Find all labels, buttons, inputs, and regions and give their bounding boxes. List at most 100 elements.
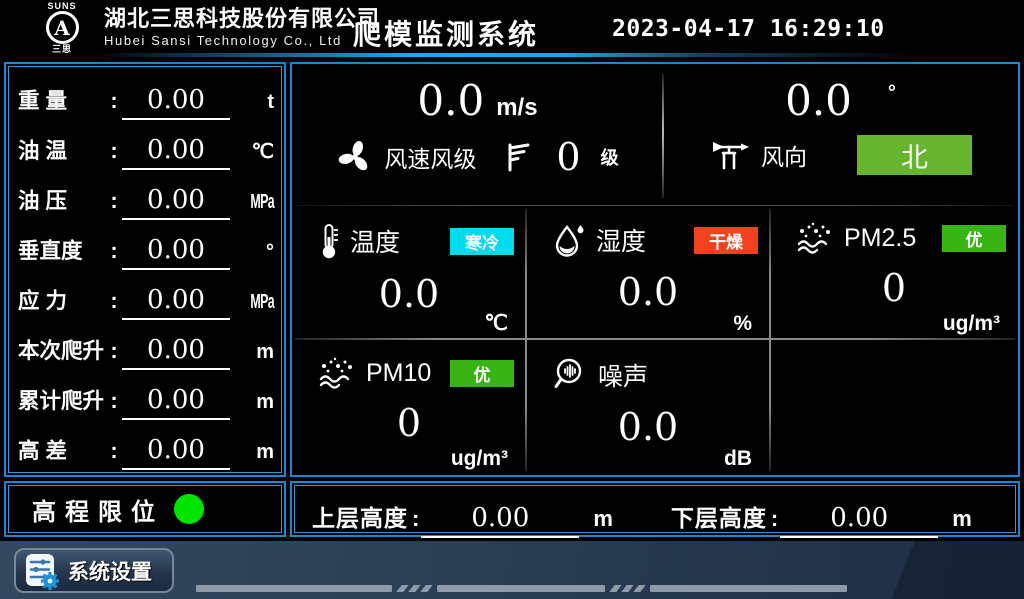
metric-row-stress: 应 力: 0.00 MPa: [18, 270, 274, 320]
metric-label: 油 温: [18, 134, 106, 165]
grid-divider-horizontal-mid: [295, 338, 1015, 340]
metric-row-weight: 重 量: 0.00 t: [18, 70, 274, 120]
system-settings-button[interactable]: 系统设置: [14, 548, 174, 593]
layer-height-panel: 上层高度: 0.00 m 下层高度: 0.00 m: [290, 481, 1020, 537]
metric-unit: m: [230, 391, 274, 414]
lower-height-group: 下层高度: 0.00 m: [671, 499, 972, 538]
lower-height-value: 0.00: [780, 503, 938, 538]
footer-bar: 系统设置: [0, 541, 1024, 599]
metric-value: 0.00: [122, 335, 230, 370]
wind-speed-unit: m/s: [496, 94, 537, 122]
footer-stripe: [196, 585, 847, 592]
temperature-status-badge: 寒冷: [450, 228, 514, 255]
lower-height-label: 下层高度: [671, 499, 767, 533]
metric-value: 0.00: [122, 285, 230, 320]
fan-icon: [336, 138, 374, 176]
metric-row-total-climb: 累计爬升: 0.00 m: [18, 370, 274, 420]
logo-symbol: A: [54, 18, 70, 38]
grid-divider-vertical-2: [769, 209, 771, 471]
metric-value: 0.00: [122, 185, 230, 220]
wind-direction-value: 0.0: [785, 76, 852, 125]
metrics-panel: 重 量: 0.00 t 油 温: 0.00 ℃ 油 压: 0.00 MPa 垂直…: [4, 62, 286, 477]
suns-logo-icon: SUNS A 三思: [26, 1, 98, 54]
metric-label: 应 力: [18, 284, 106, 315]
metric-label: 高 差: [18, 434, 106, 465]
pm25-status-badge: 优: [942, 225, 1006, 252]
env-cell-temperature: 温度 寒冷 0.0 ℃: [294, 206, 524, 338]
metric-label: 油 压: [18, 184, 106, 215]
datetime-display: 2023-04-17 16:29:10: [612, 16, 885, 42]
logo-top-text: SUNS: [26, 1, 98, 11]
metric-unit: m: [230, 341, 274, 364]
wind-direction-section: 0.0 °: [663, 64, 1018, 204]
env-cell-pm10: PM10 优 0 ug/m³: [294, 341, 524, 473]
pm10-status-badge: 优: [450, 360, 514, 387]
env-cell-pm25: PM2.5 优 0 ug/m³: [772, 206, 1016, 338]
humidity-status-badge: 干燥: [694, 227, 758, 254]
metric-value: 0.00: [122, 385, 230, 420]
metric-row-verticality: 垂直度: 0.00 °: [18, 220, 274, 270]
page-title: 爬模监测系统: [353, 13, 539, 53]
metric-row-oil-temp: 油 温: 0.00 ℃: [18, 120, 274, 170]
wind-speed-reading: 0.0 m/s: [292, 76, 663, 125]
settings-sliders-icon: [24, 552, 60, 590]
env-cell-noise: 噪声 0.0 dB: [528, 341, 768, 473]
elevation-limit-panel: 高程限位: [4, 481, 286, 537]
humidity-unit: %: [733, 312, 752, 336]
company-name: 湖北三思科技股份有限公司 Hubei Sansi Technology Co.,…: [104, 6, 380, 50]
wind-speed-label: 风速风级: [384, 140, 476, 174]
upper-height-unit: m: [593, 506, 613, 532]
dust-icon: [318, 357, 356, 389]
humidity-value: 0.0: [528, 270, 768, 314]
upper-height-value: 0.00: [421, 503, 579, 538]
metric-row-current-climb: 本次爬升: 0.00 m: [18, 320, 274, 370]
metric-unit: MPa: [247, 291, 274, 314]
company-name-en: Hubei Sansi Technology Co., Ltd: [104, 32, 380, 50]
droplet-icon: [552, 222, 586, 258]
metric-value: 0.00: [122, 85, 230, 120]
metric-unit: ℃: [230, 139, 274, 164]
metric-unit: m: [230, 441, 274, 464]
company-name-cn: 湖北三思科技股份有限公司: [104, 6, 380, 32]
env-cell-humidity: 湿度 干燥 0.0 %: [528, 206, 768, 338]
limit-indicator-light: [174, 494, 204, 524]
grid-divider-vertical-1: [525, 209, 527, 471]
pm25-unit: ug/m³: [943, 312, 1000, 336]
wind-direction-unit: °: [888, 82, 896, 105]
wind-level-value: 0: [556, 135, 580, 179]
header-divider: [0, 53, 1024, 57]
noise-value: 0.0: [528, 405, 768, 449]
temperature-unit: ℃: [484, 311, 508, 336]
elevation-limit-label: 高程限位: [32, 492, 164, 527]
metric-value: 0.00: [122, 435, 230, 470]
metric-label: 累计爬升: [18, 384, 106, 415]
metric-row-oil-pressure: 油 压: 0.00 MPa: [18, 170, 274, 220]
cell-label: PM10: [366, 359, 431, 388]
metric-unit: t: [230, 91, 274, 114]
settings-button-label: 系统设置: [68, 556, 152, 586]
wind-level-unit: 级: [601, 144, 619, 170]
metric-label: 重 量: [18, 84, 106, 115]
environment-panel: 0.0 m/s 风速风级: [290, 62, 1020, 477]
wind-direction-label: 风向: [761, 138, 807, 172]
wind-vane-icon: [709, 139, 751, 171]
upper-height-group: 上层高度: 0.00 m: [312, 499, 613, 538]
thermometer-icon: [318, 222, 340, 260]
cell-label: PM2.5: [844, 224, 916, 253]
upper-height-label: 上层高度: [312, 499, 408, 533]
metric-unit: MPa: [247, 191, 274, 214]
dust-icon: [796, 222, 834, 254]
temperature-value: 0.0: [294, 272, 524, 316]
wind-level-icon: [504, 140, 530, 174]
lower-height-unit: m: [952, 506, 972, 532]
wind-speed-value: 0.0: [417, 76, 484, 125]
noise-icon: [552, 357, 588, 393]
metric-unit: °: [230, 241, 274, 264]
logo-circle: A: [46, 11, 79, 44]
wind-direction-badge: 北: [857, 135, 972, 175]
wind-direction-reading: 0.0 °: [663, 76, 1018, 125]
metric-value: 0.00: [122, 135, 230, 170]
pm25-value: 0: [772, 266, 1016, 310]
metric-value: 0.00: [122, 235, 230, 270]
header: SUNS A 三思 湖北三思科技股份有限公司 Hubei Sansi Techn…: [0, 0, 1024, 58]
